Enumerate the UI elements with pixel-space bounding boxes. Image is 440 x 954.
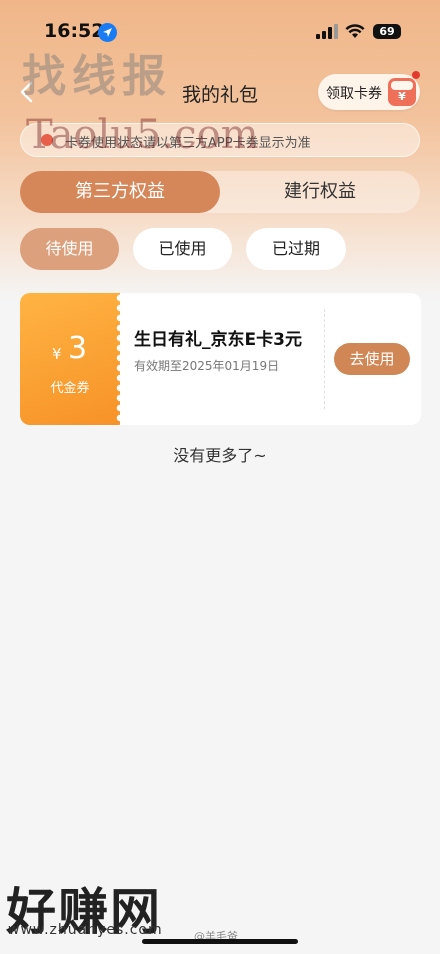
end-of-list-text: 没有更多了~: [173, 446, 267, 465]
watermark-top-en: Taolu5.com: [26, 112, 259, 158]
gift-box-icon: ¥: [388, 78, 416, 106]
battery-icon: 69: [373, 24, 401, 39]
coupon-card: ¥ 3 代金券 生日有礼_京东E卡3元 有效期至2025年01月19日 去使用: [20, 293, 421, 425]
tab-ccb[interactable]: 建行权益: [220, 171, 420, 213]
tab-third-party[interactable]: 第三方权益: [20, 171, 220, 213]
home-indicator[interactable]: [142, 939, 298, 944]
watermark-top-cn: 找线报: [22, 51, 172, 102]
coupon-amount: 3: [68, 331, 88, 366]
use-coupon-button[interactable]: 去使用: [334, 343, 410, 375]
status-time: 16:52: [44, 20, 105, 42]
notification-dot: [412, 71, 420, 79]
coupon-value-panel: ¥ 3 代金券: [20, 293, 120, 425]
filter-unused[interactable]: 待使用: [20, 228, 119, 270]
coupon-kind: 代金券: [50, 381, 90, 396]
coupon-title: 生日有礼_京东E卡3元: [134, 330, 302, 350]
watermark-bottom-url: www.zhuanyes.com: [8, 922, 163, 938]
coupon-validity: 有效期至2025年01月19日: [134, 359, 280, 373]
filter-used[interactable]: 已使用: [133, 228, 232, 270]
wifi-icon: [345, 24, 365, 38]
coupon-divider: [324, 309, 325, 409]
benefit-tabs: 第三方权益 建行权益: [20, 171, 420, 213]
claim-coupon-label: 领取卡券: [326, 86, 382, 102]
cellular-signal-icon: [316, 24, 338, 39]
filter-expired[interactable]: 已过期: [246, 228, 346, 270]
claim-coupon-button[interactable]: 领取卡券 ¥: [318, 74, 420, 110]
currency-symbol: ¥: [52, 345, 62, 363]
coupon-details: 生日有礼_京东E卡3元 有效期至2025年01月19日 去使用: [120, 293, 421, 425]
